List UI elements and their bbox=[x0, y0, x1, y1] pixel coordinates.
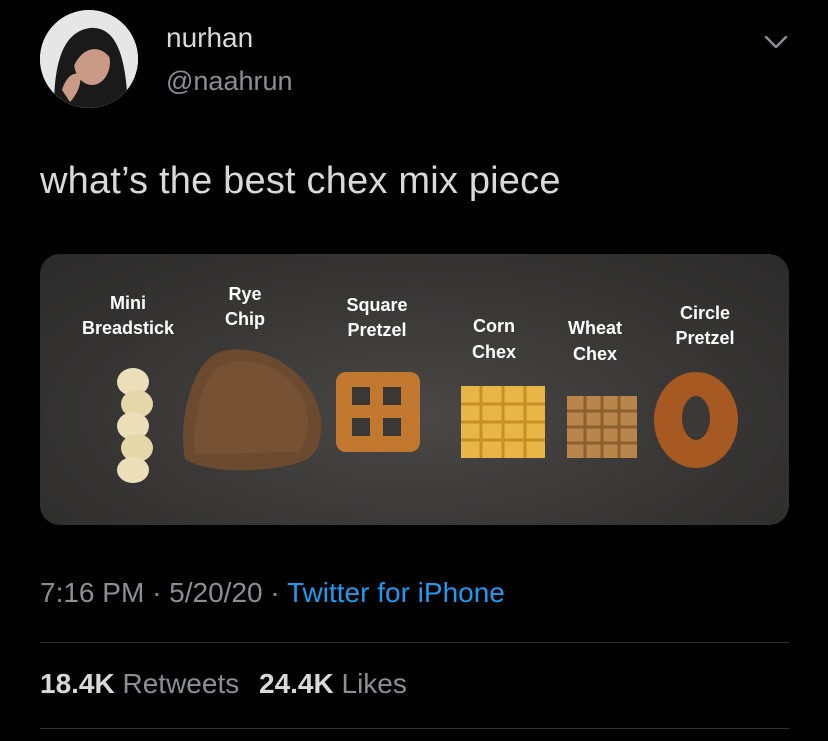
wheat-chex-snack bbox=[567, 396, 637, 458]
tweet-photo[interactable]: Mini Breadstick Rye Chip Square Pretzel … bbox=[40, 254, 789, 525]
avatar-image bbox=[40, 10, 138, 108]
chex-mix-photo: Mini Breadstick Rye Chip Square Pretzel … bbox=[82, 284, 738, 483]
retweets-stat[interactable]: 18.4K Retweets bbox=[40, 668, 239, 699]
likes-label: Likes bbox=[341, 668, 407, 699]
photo-label-5-line2: Chex bbox=[573, 344, 617, 364]
photo-label-3-line2: Pretzel bbox=[347, 320, 406, 340]
photo-label-4-line2: Chex bbox=[472, 342, 516, 362]
divider bbox=[40, 728, 789, 729]
divider bbox=[40, 642, 789, 643]
photo-label-6-line1: Circle bbox=[680, 303, 730, 323]
display-name[interactable]: nurhan bbox=[166, 22, 253, 54]
square-pretzel-snack bbox=[336, 372, 420, 452]
photo-label-3-line1: Square bbox=[346, 295, 407, 315]
photo-label-2-line1: Rye bbox=[228, 284, 261, 304]
meta-separator: · bbox=[270, 577, 280, 608]
circle-pretzel-snack bbox=[654, 372, 738, 468]
likes-stat[interactable]: 24.4K Likes bbox=[259, 668, 407, 699]
user-handle[interactable]: @naahrun bbox=[166, 66, 293, 97]
retweets-count: 18.4K bbox=[40, 668, 115, 699]
tweet-text: what’s the best chex mix piece bbox=[40, 160, 561, 202]
corn-chex-snack bbox=[461, 386, 545, 458]
photo-label-1-line1: Mini bbox=[110, 293, 146, 313]
rye-chip-snack bbox=[183, 349, 322, 471]
photo-label-6-line2: Pretzel bbox=[675, 328, 734, 348]
meta-separator: · bbox=[152, 577, 162, 608]
retweets-label: Retweets bbox=[122, 668, 240, 699]
photo-label-4-line1: Corn bbox=[473, 316, 515, 336]
chevron-down-icon[interactable] bbox=[763, 32, 789, 52]
likes-count: 24.4K bbox=[259, 668, 334, 699]
photo-label-5-line1: Wheat bbox=[568, 318, 622, 338]
tweet-stats: 18.4K Retweets 24.4K Likes bbox=[40, 668, 419, 700]
photo-label-1-line2: Breadstick bbox=[82, 318, 175, 338]
avatar[interactable] bbox=[40, 10, 138, 108]
photo-label-2-line2: Chip bbox=[225, 309, 265, 329]
tweet-meta: 7:16 PM · 5/20/20 · Twitter for iPhone bbox=[40, 577, 505, 609]
tweet-date[interactable]: 5/20/20 bbox=[169, 577, 262, 608]
tweet-source-link[interactable]: Twitter for iPhone bbox=[287, 577, 505, 608]
mini-breadstick-snack bbox=[117, 368, 153, 483]
tweet-time[interactable]: 7:16 PM bbox=[40, 577, 144, 608]
